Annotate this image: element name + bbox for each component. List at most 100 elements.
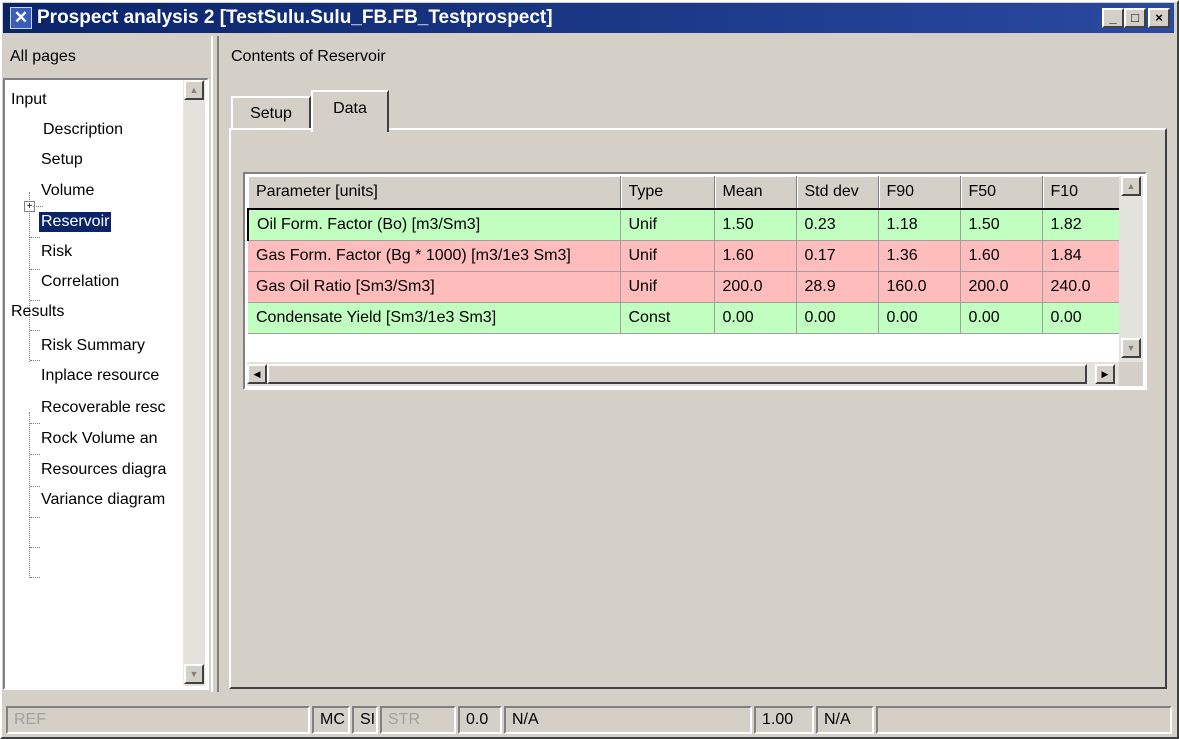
- cell-type[interactable]: Unif: [620, 271, 715, 303]
- status-last: [876, 706, 1172, 734]
- tree-connector: [30, 547, 40, 548]
- tree-connector: [29, 192, 30, 362]
- table-row[interactable]: Gas Oil Ratio [Sm3/Sm3] Unif 200.0 28.9 …: [248, 271, 1121, 303]
- column-header-f50[interactable]: F50: [960, 176, 1043, 210]
- cell-std-dev[interactable]: 0.00: [796, 302, 879, 334]
- tree-connector: [30, 360, 40, 361]
- cell-type[interactable]: Unif: [620, 208, 715, 241]
- cell-type[interactable]: Unif: [620, 240, 715, 272]
- tree-vertical-scrollbar[interactable]: ▲ ▼: [183, 80, 205, 686]
- tree-item-setup[interactable]: Setup: [41, 150, 83, 170]
- column-header-parameter[interactable]: Parameter [units]: [248, 176, 621, 210]
- tree-connector: [30, 577, 40, 578]
- tree-item-resources-diagram[interactable]: Resources diagra: [41, 460, 166, 480]
- cell-parameter[interactable]: Oil Form. Factor (Bo) [m3/Sm3]: [247, 208, 621, 241]
- cell-f50[interactable]: 1.60: [960, 240, 1043, 272]
- tree-item-volume[interactable]: Volume: [41, 181, 94, 201]
- cell-std-dev[interactable]: 0.23: [796, 208, 879, 241]
- table-row[interactable]: Condensate Yield [Sm3/1e3 Sm3] Const 0.0…: [248, 302, 1121, 334]
- cell-std-dev[interactable]: 0.17: [796, 240, 879, 272]
- tree-connector: [30, 423, 40, 424]
- grid-vertical-scrollbar[interactable]: ▲ ▼: [1119, 176, 1143, 362]
- column-header-type[interactable]: Type: [620, 176, 715, 210]
- data-grid[interactable]: Parameter [units] Type Mean Std dev F90 …: [243, 172, 1147, 390]
- window-title: Prospect analysis 2 [TestSulu.Sulu_FB.FB…: [37, 7, 553, 28]
- cell-mean[interactable]: 200.0: [714, 271, 797, 303]
- column-header-std-dev[interactable]: Std dev: [796, 176, 879, 210]
- cell-parameter[interactable]: Gas Form. Factor (Bg * 1000) [m3/1e3 Sm3…: [248, 240, 621, 272]
- cell-f90[interactable]: 1.18: [878, 208, 961, 241]
- scroll-up-arrow-icon[interactable]: ▲: [1121, 176, 1141, 196]
- cell-f10[interactable]: 240.0: [1042, 271, 1121, 303]
- tree-item-rock-volume[interactable]: Rock Volume an: [41, 429, 158, 449]
- status-value1: 0.0: [458, 706, 502, 734]
- cell-f90[interactable]: 0.00: [878, 302, 961, 334]
- scroll-left-arrow-icon[interactable]: ◀: [247, 364, 267, 384]
- status-str: STR: [380, 706, 456, 734]
- tree-item-reservoir[interactable]: Reservoir: [37, 211, 113, 233]
- tree-connector: [30, 269, 40, 270]
- status-na2: N/A: [816, 706, 874, 734]
- scroll-thumb[interactable]: [267, 364, 1087, 384]
- minimize-button[interactable]: _: [1102, 8, 1124, 28]
- status-si: SI: [352, 706, 378, 734]
- tab-setup[interactable]: Setup: [231, 96, 311, 130]
- app-x-icon[interactable]: ✕: [10, 7, 32, 29]
- tree-connector: [30, 330, 40, 331]
- cell-f50[interactable]: 1.50: [960, 208, 1043, 241]
- maximize-button[interactable]: □: [1124, 8, 1146, 28]
- tree-item-variance-diagram[interactable]: Variance diagram: [41, 490, 165, 510]
- column-header-f10[interactable]: F10: [1042, 176, 1121, 210]
- content-header: Contents of Reservoir: [231, 48, 386, 65]
- cell-mean[interactable]: 0.00: [714, 302, 797, 334]
- title-bar[interactable]: ✕ Prospect analysis 2 [TestSulu.Sulu_FB.…: [3, 3, 1174, 33]
- scroll-down-arrow-icon[interactable]: ▼: [1121, 338, 1141, 358]
- tree-item-description[interactable]: Description: [43, 120, 123, 140]
- grid-horizontal-scrollbar[interactable]: ◀ ▶: [247, 362, 1119, 386]
- tree-item-risk[interactable]: Risk: [41, 242, 72, 262]
- page-tree[interactable]: Input + Description Setup Volume Reservo…: [3, 78, 209, 690]
- scroll-right-arrow-icon[interactable]: ▶: [1095, 364, 1115, 384]
- scroll-down-arrow-icon[interactable]: ▼: [184, 664, 204, 684]
- status-mc: MC: [312, 706, 350, 734]
- tree-connector: [29, 412, 30, 578]
- column-header-mean[interactable]: Mean: [714, 176, 797, 210]
- tree-connector: [30, 517, 40, 518]
- tree-connector: [30, 237, 40, 238]
- tree-item-recoverable-resources[interactable]: Recoverable resc: [41, 398, 166, 418]
- tree-item-correlation[interactable]: Correlation: [41, 272, 119, 292]
- cell-f90[interactable]: 1.36: [878, 240, 961, 272]
- column-header-f90[interactable]: F90: [878, 176, 961, 210]
- cell-parameter[interactable]: Gas Oil Ratio [Sm3/Sm3]: [248, 271, 621, 303]
- cell-mean[interactable]: 1.50: [714, 208, 797, 241]
- grid-table: Parameter [units] Type Mean Std dev F90 …: [247, 176, 1121, 334]
- grid-header-row: Parameter [units] Type Mean Std dev F90 …: [248, 176, 1121, 210]
- tree-connector: [30, 454, 40, 455]
- tree-group-input[interactable]: Input: [11, 90, 47, 110]
- cell-f50[interactable]: 200.0: [960, 271, 1043, 303]
- cell-f90[interactable]: 160.0: [878, 271, 961, 303]
- cell-f10[interactable]: 0.00: [1042, 302, 1121, 334]
- tree-connector: [30, 486, 40, 487]
- scroll-up-arrow-icon[interactable]: ▲: [184, 80, 204, 100]
- close-button[interactable]: ×: [1148, 8, 1170, 28]
- status-ref: REF: [6, 706, 310, 734]
- cell-f50[interactable]: 0.00: [960, 302, 1043, 334]
- pane-splitter[interactable]: [211, 36, 219, 692]
- cell-mean[interactable]: 1.60: [714, 240, 797, 272]
- tree-item-risk-summary[interactable]: Risk Summary: [41, 336, 145, 356]
- tree-connector: [33, 206, 43, 207]
- tab-data[interactable]: Data: [311, 90, 389, 132]
- table-row[interactable]: Gas Form. Factor (Bg * 1000) [m3/1e3 Sm3…: [248, 240, 1121, 272]
- status-na1: N/A: [504, 706, 752, 734]
- status-value2: 1.00: [754, 706, 814, 734]
- left-pane-header: All pages: [10, 48, 76, 65]
- cell-std-dev[interactable]: 28.9: [796, 271, 879, 303]
- cell-f10[interactable]: 1.82: [1042, 208, 1121, 241]
- cell-f10[interactable]: 1.84: [1042, 240, 1121, 272]
- table-row[interactable]: Oil Form. Factor (Bo) [m3/Sm3] Unif 1.50…: [247, 208, 1121, 241]
- cell-type[interactable]: Const: [620, 302, 715, 334]
- tree-item-inplace-resource[interactable]: Inplace resource: [41, 366, 159, 386]
- cell-parameter[interactable]: Condensate Yield [Sm3/1e3 Sm3]: [248, 302, 621, 334]
- tree-group-results[interactable]: Results: [11, 302, 64, 322]
